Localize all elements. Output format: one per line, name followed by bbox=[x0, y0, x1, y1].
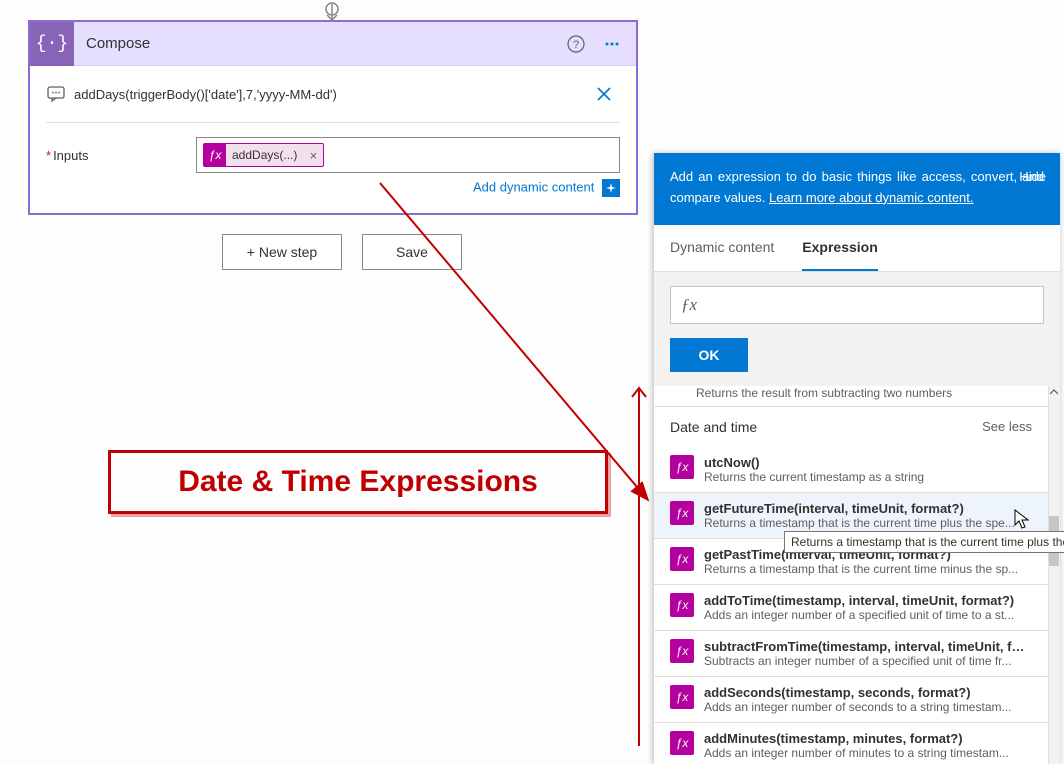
fn-item-addminutes[interactable]: ƒx addMinutes(timestamp, minutes, format… bbox=[654, 723, 1048, 764]
fx-icon: ƒx bbox=[670, 501, 694, 525]
fx-icon: ƒx bbox=[204, 143, 226, 167]
fn-desc: Returns the current timestamp as a strin… bbox=[704, 470, 1032, 484]
card-header: {·} Compose ? bbox=[30, 22, 636, 66]
chat-icon bbox=[46, 85, 66, 103]
flow-arrow-down-icon bbox=[318, 2, 346, 22]
previous-function-tail: Returns the result from subtracting two … bbox=[654, 386, 1048, 407]
fn-desc: Adds an integer number of minutes to a s… bbox=[704, 746, 1032, 760]
tooltip: Returns a timestamp that is the current … bbox=[784, 531, 1064, 553]
fn-desc: Returns a timestamp that is the current … bbox=[704, 562, 1032, 576]
expression-input[interactable]: ƒx bbox=[670, 286, 1044, 324]
fx-prefix-icon: ƒx bbox=[671, 295, 707, 315]
expression-clear-button[interactable] bbox=[588, 78, 620, 110]
expression-preview-text: addDays(triggerBody()['date'],7,'yyyy-MM… bbox=[66, 87, 588, 102]
hide-panel-button[interactable]: Hide bbox=[1019, 167, 1046, 188]
fx-icon: ƒx bbox=[670, 731, 694, 755]
fn-item-subtractfromtime[interactable]: ƒx subtractFromTime(timestamp, interval,… bbox=[654, 631, 1048, 677]
fn-name: addMinutes(timestamp, minutes, format?) bbox=[704, 731, 1032, 746]
fn-desc: Adds an integer number of seconds to a s… bbox=[704, 700, 1032, 714]
fn-name: utcNow() bbox=[704, 455, 1032, 470]
svg-text:?: ? bbox=[573, 39, 579, 51]
fn-desc: Adds an integer number of a specified un… bbox=[704, 608, 1032, 622]
expression-token[interactable]: ƒx addDays(...) × bbox=[203, 143, 324, 167]
tab-dynamic-content[interactable]: Dynamic content bbox=[670, 225, 774, 271]
expression-preview-row: addDays(triggerBody()['date'],7,'yyyy-MM… bbox=[46, 78, 620, 123]
compose-action-card: {·} Compose ? addDays(triggerBody()['dat… bbox=[28, 20, 638, 215]
functions-scroll-region: Returns the result from subtracting two … bbox=[654, 386, 1060, 764]
help-icon[interactable]: ? bbox=[558, 26, 594, 62]
sparkle-icon[interactable] bbox=[602, 179, 620, 197]
fn-item-utcnow[interactable]: ƒx utcNow() Returns the current timestam… bbox=[654, 447, 1048, 493]
fn-desc: Returns a timestamp that is the current … bbox=[704, 516, 1032, 530]
scrollbar[interactable] bbox=[1048, 386, 1060, 764]
panel-tabs: Dynamic content Expression bbox=[654, 225, 1060, 272]
more-menu-icon[interactable] bbox=[594, 26, 630, 62]
inputs-field[interactable]: ƒx addDays(...) × bbox=[196, 137, 620, 173]
section-title: Date and time bbox=[670, 419, 757, 435]
inputs-label: *Inputs bbox=[46, 148, 196, 163]
fn-name: getFutureTime(interval, timeUnit, format… bbox=[704, 501, 1032, 516]
new-step-button[interactable]: + New step bbox=[222, 234, 342, 270]
scroll-up-icon[interactable] bbox=[1048, 386, 1060, 398]
fn-name: subtractFromTime(timestamp, interval, ti… bbox=[704, 639, 1032, 654]
fn-item-addseconds[interactable]: ƒx addSeconds(timestamp, seconds, format… bbox=[654, 677, 1048, 723]
section-header-datetime: Date and time See less bbox=[654, 407, 1048, 447]
compose-icon: {·} bbox=[30, 22, 74, 66]
ok-button[interactable]: OK bbox=[670, 338, 748, 372]
fx-icon: ƒx bbox=[670, 455, 694, 479]
learn-more-link[interactable]: Learn more about dynamic content. bbox=[769, 190, 974, 205]
fn-name: addToTime(timestamp, interval, timeUnit,… bbox=[704, 593, 1032, 608]
panel-help-banner: Add an expression to do basic things lik… bbox=[654, 153, 1060, 225]
fx-icon: ƒx bbox=[670, 685, 694, 709]
annotation-text: Date & Time Expressions bbox=[178, 465, 538, 499]
token-label: addDays(...) bbox=[226, 148, 303, 162]
save-button[interactable]: Save bbox=[362, 234, 462, 270]
add-dynamic-content-link[interactable]: Add dynamic content bbox=[473, 179, 594, 194]
fx-icon: ƒx bbox=[670, 547, 694, 571]
see-less-link[interactable]: See less bbox=[982, 419, 1032, 434]
cursor-icon bbox=[1013, 508, 1033, 533]
card-title: Compose bbox=[74, 35, 558, 52]
fx-icon: ƒx bbox=[670, 593, 694, 617]
annotation-callout: Date & Time Expressions bbox=[108, 450, 608, 514]
token-remove-button[interactable]: × bbox=[303, 148, 323, 163]
fn-name: addSeconds(timestamp, seconds, format?) bbox=[704, 685, 1032, 700]
fx-icon: ƒx bbox=[670, 639, 694, 663]
tab-expression[interactable]: Expression bbox=[802, 225, 877, 271]
fn-item-addtotime[interactable]: ƒx addToTime(timestamp, interval, timeUn… bbox=[654, 585, 1048, 631]
expression-panel: Add an expression to do basic things lik… bbox=[654, 153, 1060, 764]
fn-desc: Subtracts an integer number of a specifi… bbox=[704, 654, 1032, 668]
